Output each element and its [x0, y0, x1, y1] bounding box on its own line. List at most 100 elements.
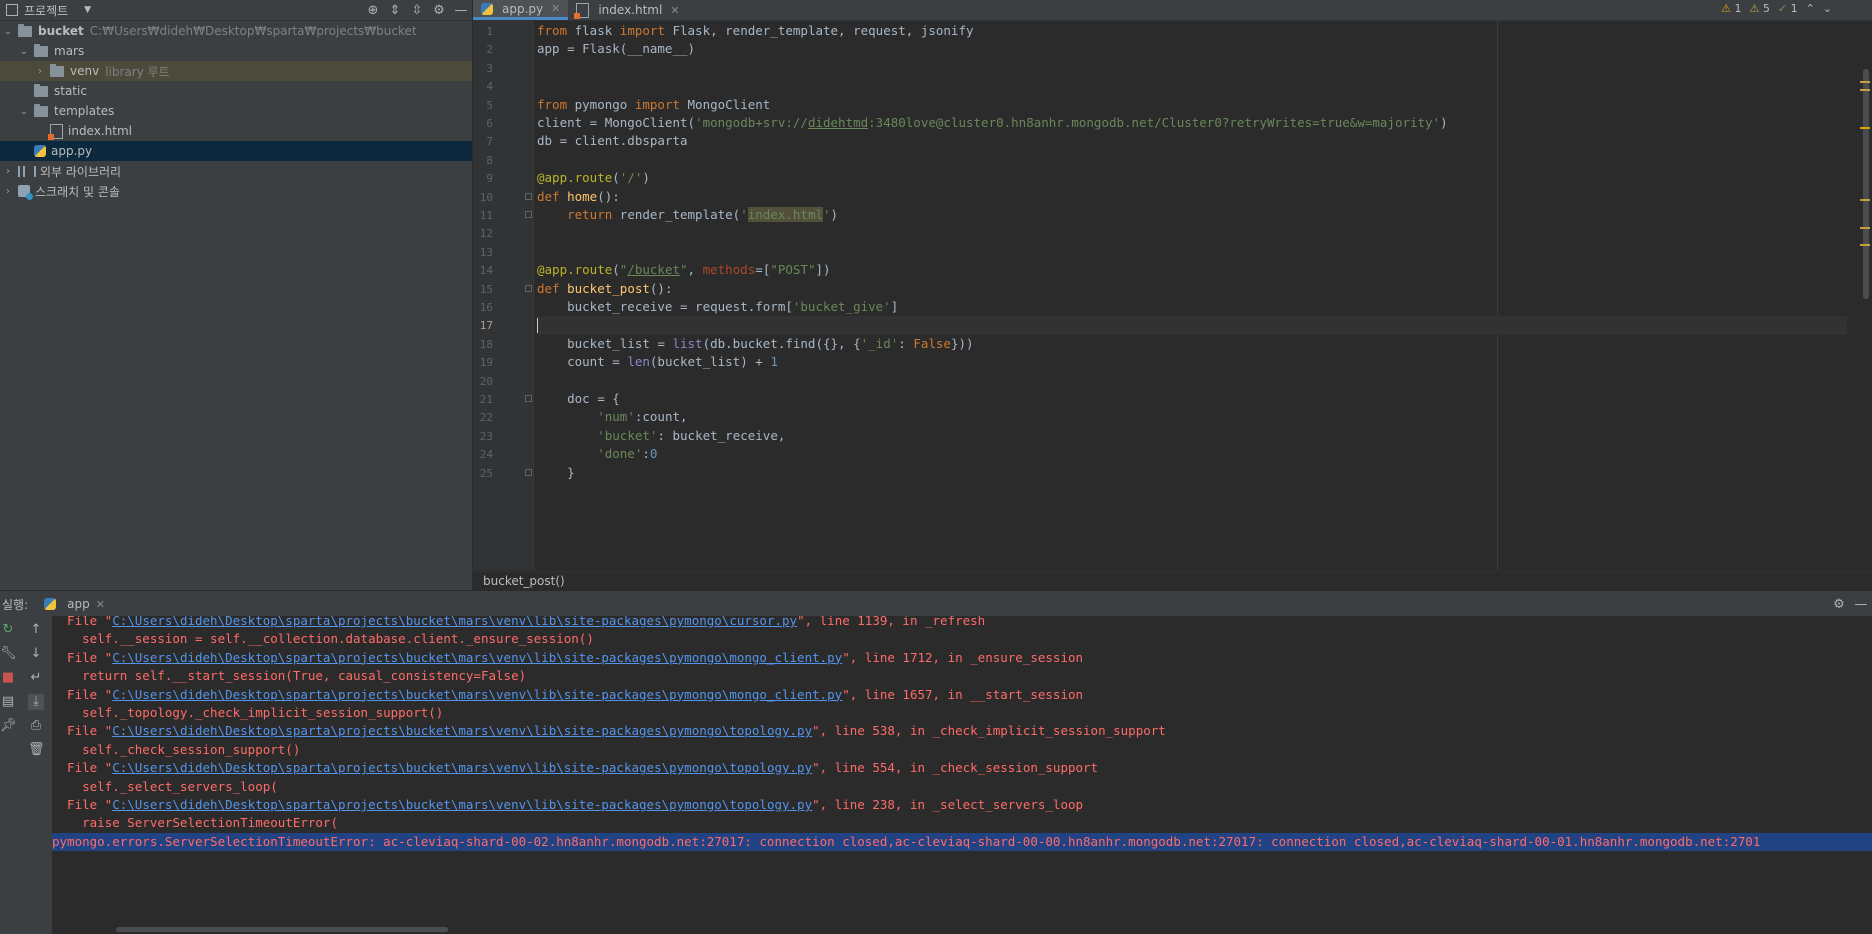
line-number[interactable]: 16	[473, 301, 493, 314]
file-path-link[interactable]: C:\Users\dideh\Desktop\sparta\projects\b…	[112, 797, 812, 812]
line-number[interactable]: 18	[473, 338, 493, 351]
close-icon[interactable]: ✕	[551, 2, 560, 15]
code-line[interactable]: 'done':0	[537, 445, 657, 463]
run-tab-app[interactable]: app ✕	[44, 597, 105, 611]
fold-marker-icon[interactable]	[525, 468, 532, 476]
line-number[interactable]: 4	[473, 80, 493, 93]
inspection-widget[interactable]: ⚠ 1 ⚠ 5 ✓ 1 ⌃ ⌄	[1721, 2, 1832, 15]
pin-icon[interactable]: 📌︎	[0, 718, 17, 734]
typo-indicator[interactable]: ✓ 1	[1778, 2, 1798, 15]
line-number[interactable]: 15	[473, 283, 493, 296]
line-number[interactable]: 21	[473, 393, 493, 406]
code-line[interactable]: return render_template('index.html')	[537, 206, 838, 224]
warning-indicator[interactable]: ⚠ 5	[1749, 2, 1769, 15]
soft-wrap-icon[interactable]: ↵	[28, 670, 44, 686]
error-indicator[interactable]: ⚠ 1	[1721, 2, 1741, 15]
minimize-icon[interactable]: —	[450, 3, 472, 18]
error-stripe-mark[interactable]	[1860, 81, 1870, 83]
stop-icon[interactable]: ■	[0, 670, 16, 686]
traceback-line[interactable]: self.__session = self.__collection.datab…	[52, 630, 594, 648]
traceback-line[interactable]: File "C:\Users\dideh\Desktop\sparta\proj…	[52, 759, 1098, 777]
tree-item-mars[interactable]: ⌄ mars	[0, 41, 472, 61]
tree-item-bucket[interactable]: ⌄ bucket C:₩Users₩dideh₩Desktop₩sparta₩pro…	[0, 21, 472, 41]
file-path-link[interactable]: C:\Users\dideh\Desktop\sparta\projects\b…	[112, 760, 812, 775]
gear-icon[interactable]: ⚙	[428, 3, 450, 18]
arrow-up-icon[interactable]: ↑	[28, 622, 44, 638]
tree-item--[interactable]: › 스크래치 및 콘솔	[0, 181, 472, 201]
traceback-line[interactable]: self._select_servers_loop(	[52, 778, 278, 796]
code-line[interactable]: db = client.dbsparta	[537, 132, 688, 150]
fold-marker-icon[interactable]	[525, 395, 532, 402]
tab-index-html[interactable]: index.html ✕	[568, 0, 687, 20]
code-line[interactable]: from pymongo import MongoClient	[537, 96, 770, 114]
line-number[interactable]: 19	[473, 356, 493, 369]
chevron-right-icon[interactable]: ›	[2, 166, 14, 177]
tree-item-venv[interactable]: › venv library 루트	[0, 61, 472, 81]
traceback-line[interactable]: File "C:\Users\dideh\Desktop\sparta\proj…	[52, 686, 1083, 704]
line-number[interactable]: 22	[473, 411, 493, 424]
line-number[interactable]: 24	[473, 448, 493, 461]
traceback-line[interactable]: File "C:\Users\dideh\Desktop\sparta\proj…	[52, 722, 1166, 740]
expand-all-icon[interactable]: ⇕	[384, 3, 406, 18]
file-path-link[interactable]: C:\Users\dideh\Desktop\sparta\projects\b…	[112, 723, 812, 738]
code-line[interactable]: count = len(bucket_list) + 1	[537, 353, 778, 371]
close-icon[interactable]: ✕	[96, 598, 105, 611]
line-number[interactable]: 8	[473, 154, 493, 167]
trash-icon[interactable]: 🗑︎	[28, 742, 45, 758]
chevron-down-icon[interactable]: ⌄	[18, 106, 30, 117]
traceback-line[interactable]: return self.__start_session(True, causal…	[52, 667, 526, 685]
arrow-down-icon[interactable]: ↓	[28, 646, 44, 662]
code-line[interactable]: def home():	[537, 188, 620, 206]
traceback-line[interactable]: self._check_session_support()	[52, 741, 300, 759]
traceback-line[interactable]: File "C:\Users\dideh\Desktop\sparta\proj…	[52, 796, 1083, 814]
code-line[interactable]: def bucket_post():	[537, 280, 672, 298]
line-number[interactable]: 2	[473, 43, 493, 56]
collapse-all-icon[interactable]: ⇳	[406, 3, 428, 18]
line-number[interactable]: 9	[473, 172, 493, 185]
chevron-down-icon[interactable]: ▼	[84, 5, 91, 15]
traceback-line[interactable]: raise ServerSelectionTimeoutError(	[52, 814, 338, 832]
tree-item-static[interactable]: static	[0, 81, 472, 101]
code-line[interactable]: 'num':count,	[537, 408, 687, 426]
line-number[interactable]: 12	[473, 227, 493, 240]
file-path-link[interactable]: C:\Users\dideh\Desktop\sparta\projects\b…	[112, 616, 797, 628]
breadcrumb[interactable]: bucket_post()	[473, 571, 1872, 590]
editor-scrollbar-thumb[interactable]	[1863, 69, 1869, 299]
chevron-down-icon[interactable]: ⌄	[18, 46, 30, 57]
wrench-icon[interactable]: 🔧︎	[0, 646, 17, 662]
code-line[interactable]: bucket_list = list(db.bucket.find({}, {'…	[537, 335, 973, 353]
code-line[interactable]: client = MongoClient('mongodb+srv://dide…	[537, 114, 1448, 132]
tree-item-index-html[interactable]: index.html	[0, 121, 472, 141]
code-line[interactable]: @app.route("/bucket", methods=["POST"])	[537, 261, 831, 279]
minimize-icon[interactable]: —	[1850, 597, 1872, 612]
line-number[interactable]: 25	[473, 467, 493, 480]
line-number[interactable]: 11	[473, 209, 493, 222]
chevron-right-icon[interactable]: ›	[2, 186, 14, 197]
line-number[interactable]: 20	[473, 375, 493, 388]
fold-marker-icon[interactable]	[525, 284, 532, 292]
line-number[interactable]: 1	[473, 25, 493, 38]
code-line[interactable]: from flask import Flask, render_template…	[537, 22, 974, 40]
traceback-line[interactable]: File "C:\Users\dideh\Desktop\sparta\proj…	[52, 649, 1083, 667]
error-message-line[interactable]: pymongo.errors.ServerSelectionTimeoutErr…	[52, 832, 1872, 852]
code-line[interactable]: }	[537, 464, 575, 482]
code-area[interactable]: from flask import Flask, render_template…	[537, 21, 1847, 570]
line-number[interactable]: 14	[473, 264, 493, 277]
line-number[interactable]: 10	[473, 191, 493, 204]
gear-icon[interactable]: ⚙	[1828, 597, 1850, 612]
code-line[interactable]: 'bucket': bucket_receive,	[537, 427, 785, 445]
tree-item-app-py[interactable]: app.py	[0, 141, 472, 161]
chevron-down-icon[interactable]: ⌄	[1823, 2, 1832, 15]
chevron-up-icon[interactable]: ⌃	[1806, 2, 1815, 15]
project-view-selector[interactable]: 프로젝트 ▼	[6, 2, 91, 19]
fold-marker-icon[interactable]	[525, 211, 532, 218]
editor-scrollbar[interactable]	[1858, 21, 1872, 570]
error-stripe-mark[interactable]	[1860, 199, 1870, 201]
code-line[interactable]: @app.route('/')	[537, 169, 650, 187]
line-number[interactable]: 7	[473, 135, 493, 148]
code-line[interactable]: doc = {	[537, 390, 620, 408]
code-line[interactable]: bucket_receive = request.form['bucket_gi…	[537, 298, 898, 316]
line-number[interactable]: 13	[473, 246, 493, 259]
error-stripe-mark[interactable]	[1860, 89, 1870, 91]
layout-icon[interactable]: ▤	[0, 694, 16, 710]
